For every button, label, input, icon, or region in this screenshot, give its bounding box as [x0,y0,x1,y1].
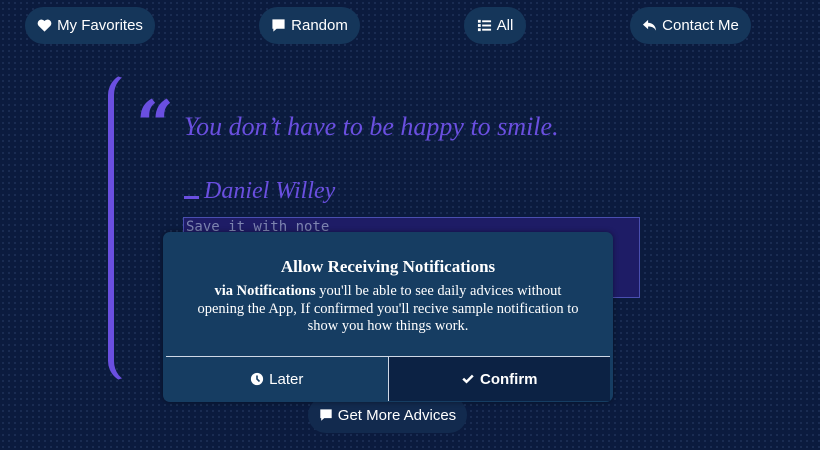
dialog-message: via Notifications you'll be able to see … [193,283,583,336]
check-icon [462,374,474,384]
quote-author: Daniel Willey [204,178,336,204]
clock-icon [251,372,264,386]
dialog-message-strong: via Notifications [214,283,316,299]
confirm-label: Confirm [480,370,538,388]
my-favorites-label: My Favorites [57,17,143,34]
dialog-title: Allow Receiving Notifications [280,257,496,276]
confirm-button[interactable]: Confirm [388,357,610,401]
reply-icon [643,19,657,31]
random-label: Random [291,17,348,34]
all-button[interactable]: All [464,7,526,44]
author-dash [184,196,199,199]
quote-mark-icon: “ [136,86,174,164]
notification-dialog: Allow Receiving Notifications via Notifi… [163,232,613,402]
get-more-advices-label: Get More Advices [337,406,457,424]
comment-icon [272,19,285,32]
quote-bracket [108,73,130,383]
heart-icon [37,19,52,32]
all-label: All [496,17,514,34]
later-label: Later [269,370,304,388]
my-favorites-button[interactable]: My Favorites [25,7,155,44]
dialog-actions: Later Confirm [166,356,610,401]
list-icon [477,19,491,32]
later-button[interactable]: Later [166,357,389,401]
contact-me-label: Contact Me [662,17,739,34]
random-button[interactable]: Random [259,7,360,44]
get-more-advices-button[interactable]: Get More Advices [308,397,467,433]
comment-icon [320,409,332,421]
quote-text: You don’t have to be happy to smile. [184,112,559,141]
contact-me-button[interactable]: Contact Me [630,7,751,44]
